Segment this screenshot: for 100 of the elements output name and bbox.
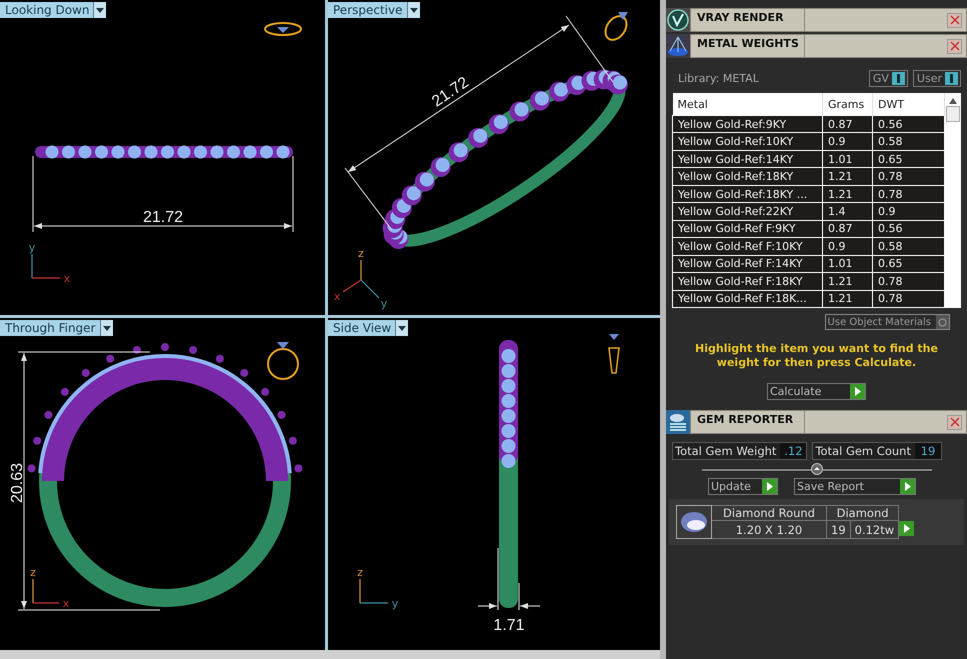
table-cell: 0.9: [872, 202, 944, 220]
column-header[interactable]: Metal: [672, 93, 822, 116]
table-cell: 0.9: [822, 132, 872, 150]
axis-label: x: [64, 272, 70, 285]
axis-label: y: [380, 296, 388, 310]
ring-icon: [608, 334, 620, 374]
caret-icon: [406, 2, 420, 18]
table-cell: Yellow Gold-Ref F:18KY: [672, 272, 822, 290]
ring-icon: [264, 22, 302, 36]
axis-label: z: [358, 247, 364, 260]
table-cell: 0.9: [822, 238, 872, 256]
use-object-materials-checkbox[interactable]: Use Object Materials: [824, 314, 950, 330]
splitter-handle[interactable]: [702, 463, 932, 475]
table-cell: 1.4: [822, 202, 872, 220]
panel-title: GEM REPORTER: [691, 411, 805, 433]
play-icon: [899, 520, 914, 536]
panel-title: METAL WEIGHTS: [691, 35, 805, 57]
close-button[interactable]: [947, 414, 962, 430]
axis-icon: [32, 579, 59, 604]
axis-label: z: [30, 566, 36, 579]
scrollbar[interactable]: [945, 93, 961, 308]
viewport-tab[interactable]: Side View: [328, 320, 408, 336]
table-cell: Yellow Gold-Ref:10KY: [672, 132, 822, 150]
close-button[interactable]: [947, 12, 962, 28]
table-cell: 1.01: [822, 150, 872, 168]
total-gem-weight: Total Gem Weight .12: [672, 442, 808, 460]
table-cell: Yellow Gold-Ref:14KY: [672, 150, 822, 168]
table-cell: 1.21: [822, 272, 872, 290]
caret-icon: [395, 320, 408, 336]
table-cell: 0.65: [872, 255, 944, 273]
play-icon: [900, 479, 915, 494]
total-gem-weight-value: .12: [780, 443, 806, 459]
update-button[interactable]: Update: [708, 478, 778, 495]
hint-text: Highlight the item you want to find the weight for then press Calculate.: [694, 342, 939, 370]
play-icon: [850, 384, 865, 399]
scrollbar-thumb[interactable]: [946, 106, 960, 122]
table-cell: Yellow Gold-Ref:22KY: [672, 202, 822, 220]
table-cell: 1.01: [822, 255, 872, 273]
table-cell: 0.56: [872, 116, 944, 133]
dimension-label: 20.63: [9, 462, 26, 504]
play-icon: [762, 479, 777, 494]
table-cell: Yellow Gold-Ref F:14KY: [672, 255, 822, 273]
viewport-tab[interactable]: Looking Down: [0, 2, 106, 18]
caret-icon: [93, 2, 106, 18]
table-cell: Yellow Gold-Ref:18KY ...: [672, 185, 822, 203]
caret-icon: [100, 320, 112, 336]
table-cell: 1.21: [822, 185, 872, 203]
column-header[interactable]: DWT: [872, 93, 944, 116]
close-button[interactable]: [947, 38, 962, 54]
ring-icon: [604, 12, 628, 41]
dimension-line: [478, 548, 540, 610]
v-logo-icon: [666, 8, 690, 32]
toggle-label: User: [916, 72, 942, 85]
table-cell: 0.12tw: [850, 520, 899, 538]
viewport-tab[interactable]: Through Finger: [0, 320, 112, 336]
dimension-label: 21.72: [142, 209, 184, 226]
library-toggle[interactable]: GV: [868, 70, 908, 87]
dimension-label: 1.71: [493, 617, 525, 634]
library-toggle[interactable]: User: [912, 70, 961, 87]
calculate-button[interactable]: Calculate: [767, 383, 866, 400]
scroll-up-arrow-icon[interactable]: [949, 98, 957, 104]
table-cell: 1.21: [822, 168, 872, 186]
table-cell: 0.58: [872, 238, 944, 256]
table-cell: 0.65: [872, 150, 944, 168]
table-cell: Yellow Gold-Ref F:10KY: [672, 238, 822, 256]
table-cell: 0.78: [872, 272, 944, 290]
axis-label: z: [357, 566, 363, 579]
scale-icon: [666, 34, 690, 58]
table-cell: 0.78: [872, 290, 944, 308]
report-icon: [666, 410, 690, 434]
axis-label: x: [334, 290, 340, 303]
table-cell: 1.20 X 1.20: [712, 520, 826, 538]
table-cell: 19: [826, 520, 850, 538]
axis-label: y: [28, 241, 36, 254]
axis-label: y: [392, 597, 398, 610]
table-cell: 0.58: [872, 132, 944, 150]
table-cell: 0.56: [872, 220, 944, 238]
table-cell: Yellow Gold-Ref:9KY: [672, 116, 822, 133]
table-cell: Diamond Round: [712, 506, 826, 520]
total-gem-count: Total Gem Count 19: [812, 442, 942, 460]
column-header[interactable]: Grams: [822, 93, 872, 116]
axis-label: x: [62, 597, 70, 610]
table-cell: 0.87: [822, 220, 872, 238]
axis-icon: [342, 260, 380, 298]
table-cell: 0.78: [872, 168, 944, 186]
table-cell: 1.21: [822, 290, 872, 308]
ring-icon: [267, 342, 299, 380]
viewport-tab[interactable]: Perspective: [328, 2, 420, 18]
table-cell: Yellow Gold-Ref F:18K...: [672, 290, 822, 308]
table-cell: Yellow Gold-Ref:18KY: [672, 168, 822, 186]
table-cell: 0.78: [872, 185, 944, 203]
total-gem-count-value: 19: [914, 443, 941, 459]
table-cell: 0.87: [822, 116, 872, 133]
table-cell: Diamond: [826, 506, 899, 520]
library-label: Library: METAL: [678, 72, 759, 85]
panel-title: VRAY RENDER: [691, 9, 805, 31]
save-report-button[interactable]: Save Report: [794, 478, 916, 495]
toggle-label: GV: [872, 72, 889, 85]
axis-icon: [359, 579, 388, 604]
table-cell: Yellow Gold-Ref F:9KY: [672, 220, 822, 238]
